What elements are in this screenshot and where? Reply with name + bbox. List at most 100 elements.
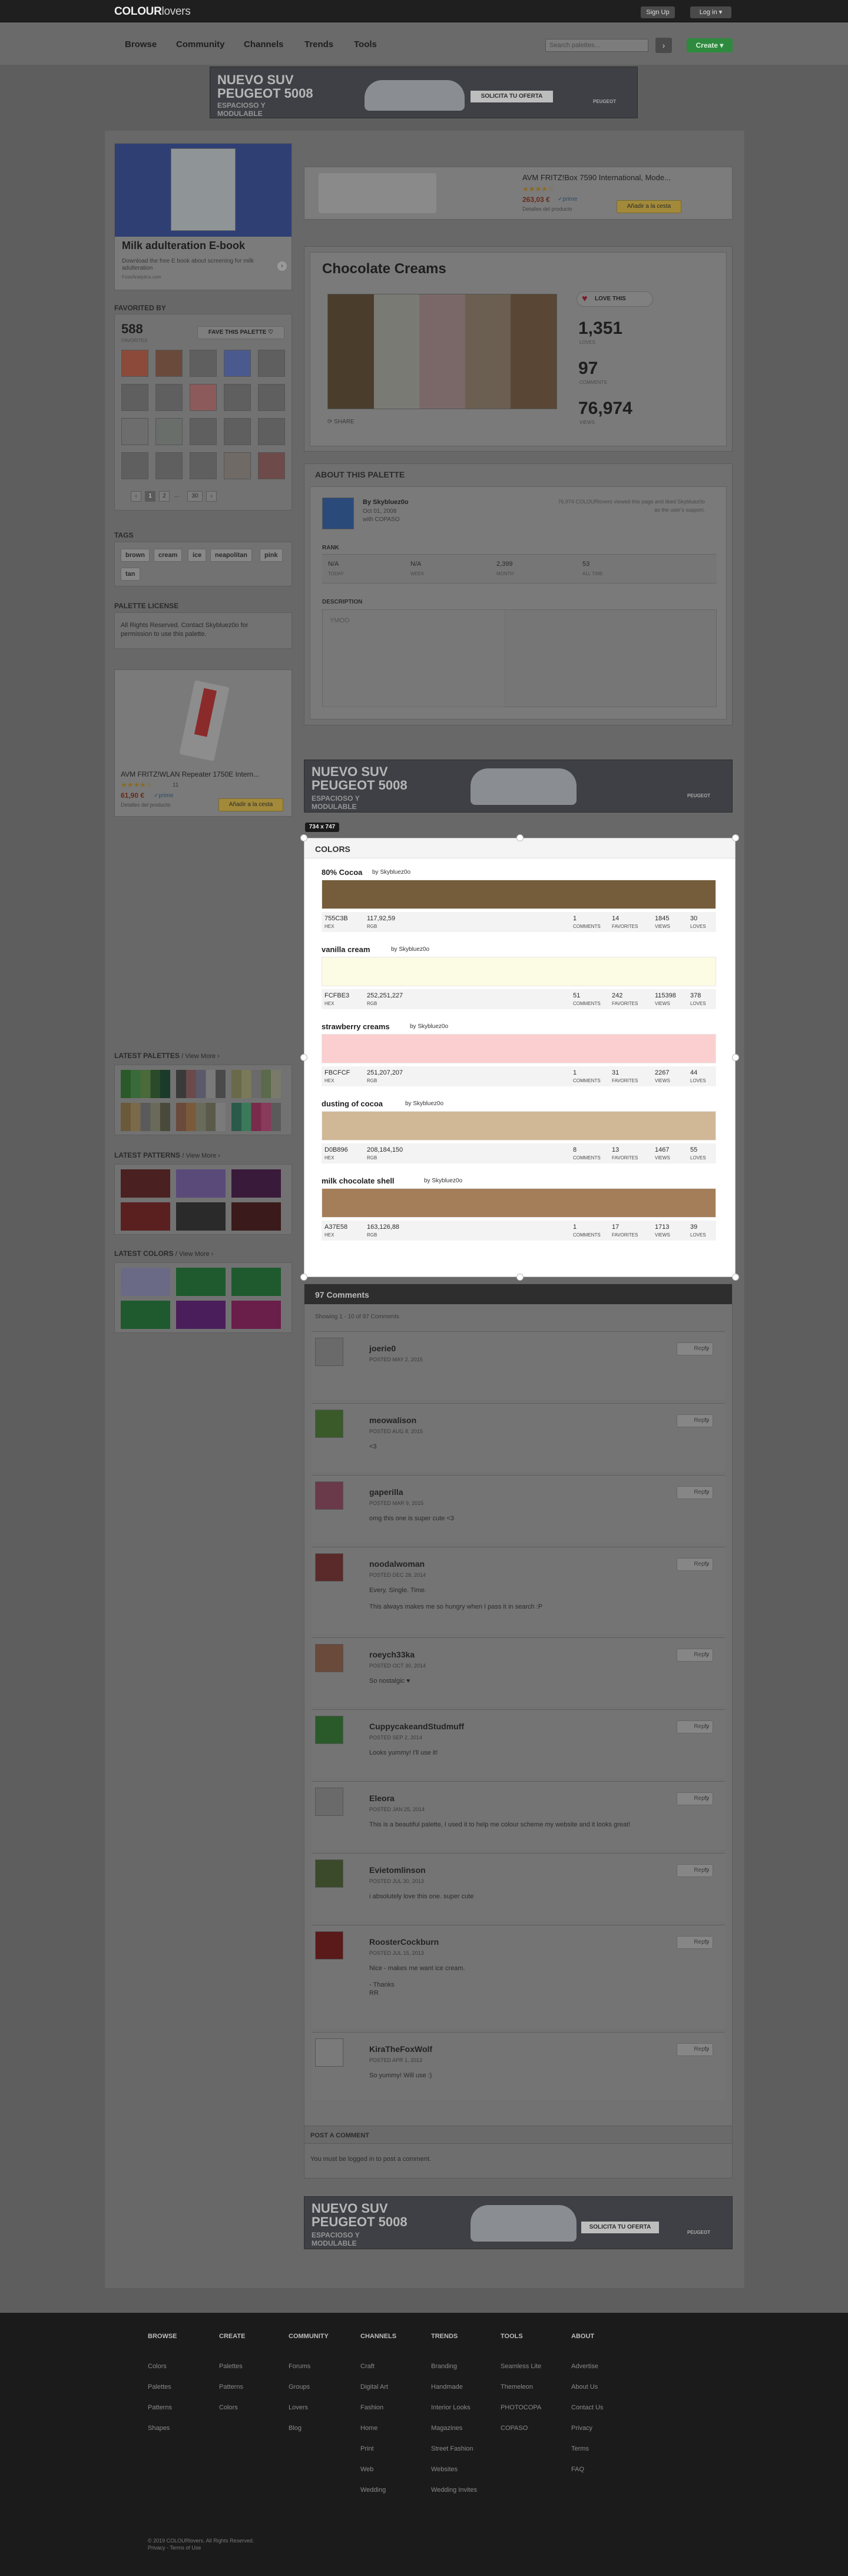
commenter-avatar[interactable] — [315, 1716, 343, 1744]
color-swatch[interactable] — [322, 1188, 716, 1218]
lover-avatar[interactable] — [121, 452, 148, 479]
commenter-name[interactable]: meowalison — [369, 1415, 416, 1425]
footer-link[interactable]: FAQ — [571, 2466, 584, 2473]
resize-handle[interactable] — [732, 1054, 739, 1061]
color-author[interactable]: by Skybluez0o — [405, 1100, 443, 1107]
footer-link[interactable]: Fashion — [360, 2404, 383, 2411]
router-top-title[interactable]: AVM FRITZ!Box 7590 International, Mode..… — [522, 173, 671, 182]
signup-button[interactable]: Sign Up — [641, 6, 675, 18]
color-swatch[interactable] — [322, 1111, 716, 1141]
lover-avatar[interactable] — [155, 452, 183, 479]
tag-ice[interactable]: ice — [188, 549, 207, 562]
footer-link[interactable]: Palettes — [219, 2363, 243, 2370]
commenter-name[interactable]: KiraTheFoxWolf — [369, 2044, 432, 2054]
latest-colors-view-more[interactable]: / View More › — [175, 1251, 214, 1258]
ad-cta-button[interactable]: SOLICITA TU OFERTA — [581, 2222, 659, 2233]
lover-avatar[interactable] — [155, 350, 183, 377]
footer-link[interactable]: Shapes — [148, 2425, 170, 2432]
ebook-ad[interactable]: Milk adulteration E-book Download the fr… — [114, 143, 292, 290]
commenter-avatar[interactable] — [315, 1788, 343, 1816]
commenter-name[interactable]: roeych33ka — [369, 1650, 415, 1659]
swatch-FBCFCF[interactable] — [419, 294, 465, 409]
footer-link[interactable]: Colors — [148, 2363, 167, 2370]
tag-cream[interactable]: cream — [154, 549, 183, 562]
pattern-thumb[interactable] — [176, 1202, 226, 1231]
color-swatch[interactable] — [322, 1034, 716, 1063]
resize-handle[interactable] — [300, 834, 307, 841]
top-car-ad[interactable]: NUEVO SUV PEUGEOT 5008 ESPACIOSO Y MODULAB… — [210, 67, 638, 118]
legal-links[interactable]: Privacy - Terms of Use — [148, 2545, 201, 2551]
resize-handle[interactable] — [516, 834, 524, 841]
chevron-right-icon[interactable]: › — [277, 261, 287, 271]
ebook-title[interactable]: Milk adulteration E-book — [122, 240, 245, 252]
lover-avatar[interactable] — [121, 418, 148, 445]
commenter-name[interactable]: gaperilla — [369, 1487, 403, 1497]
footer-link[interactable]: Branding — [431, 2363, 457, 2370]
footer-link[interactable]: Craft — [360, 2363, 375, 2370]
footer-link[interactable]: COPASO — [501, 2425, 528, 2432]
color-author[interactable]: by Skybluez0o — [410, 1023, 448, 1030]
resize-handle[interactable] — [516, 1274, 524, 1281]
reply-button[interactable]: Reply ⮌ — [677, 2043, 713, 2056]
resize-handle[interactable] — [300, 1054, 307, 1061]
fave-palette-button[interactable]: FAVE THIS PALETTE ♡ — [197, 326, 284, 339]
latest-patterns-view-more[interactable]: / View More › — [182, 1152, 220, 1159]
login-button[interactable]: Log in ▾ — [690, 6, 731, 18]
color-author[interactable]: by Skybluez0o — [391, 946, 429, 953]
nav-tools[interactable]: Tools — [354, 39, 377, 49]
lover-avatar[interactable] — [121, 350, 148, 377]
commenter-name[interactable]: noodalwoman — [369, 1559, 425, 1569]
pattern-thumb[interactable] — [121, 1202, 170, 1231]
palette-thumb[interactable] — [231, 1070, 281, 1098]
footer-link[interactable]: Home — [360, 2425, 377, 2432]
resize-handle[interactable] — [732, 1274, 739, 1281]
footer-link[interactable]: Colors — [219, 2404, 238, 2411]
footer-link[interactable]: Street Fashion — [431, 2445, 473, 2452]
lover-avatar[interactable] — [224, 350, 251, 377]
commenter-avatar[interactable] — [315, 1410, 343, 1438]
router-side-ad[interactable]: AVM FRITZ!WLAN Repeater 1750E Intern... … — [114, 669, 292, 817]
color-row[interactable]: 80% Cocoa by Skybluez0o 755C3B HEX 117,92,59… — [304, 868, 735, 941]
nav-channels[interactable]: Channels — [244, 39, 284, 49]
footer-link[interactable]: Advertise — [571, 2363, 598, 2370]
footer-link[interactable]: Palettes — [148, 2383, 171, 2391]
fav-pager-next[interactable]: › — [206, 491, 217, 502]
footer-link[interactable]: Seamless Lite — [501, 2363, 541, 2370]
footer-link[interactable]: About Us — [571, 2383, 598, 2391]
color-thumb[interactable] — [121, 1301, 170, 1329]
palette-thumb[interactable] — [231, 1103, 281, 1131]
palette-tool[interactable]: with COPASO — [363, 516, 400, 523]
color-row[interactable]: vanilla cream by Skybluez0o FCFBE3 HEX 252,2… — [304, 945, 735, 1019]
lover-avatar[interactable] — [190, 350, 217, 377]
footer-link[interactable]: Magazines — [431, 2425, 462, 2432]
ad-cta-button[interactable]: SOLICITA TU OFERTA — [471, 91, 553, 102]
commenter-name[interactable]: Evietomlinson — [369, 1865, 426, 1875]
footer-link[interactable]: Handmade — [431, 2383, 463, 2391]
fav-pager-last[interactable]: 30 — [187, 491, 203, 502]
create-button[interactable]: Create ▾ — [687, 38, 733, 52]
palette-thumb[interactable] — [176, 1103, 226, 1131]
lover-avatar[interactable] — [258, 418, 285, 445]
router-top-ad[interactable]: AVM FRITZ!Box 7590 International, Mode..… — [304, 167, 733, 220]
author-avatar[interactable] — [322, 498, 354, 529]
reply-button[interactable]: Reply ⮌ — [677, 1720, 713, 1733]
color-row[interactable]: milk chocolate shell by Skybluez0o A37E58 H… — [304, 1176, 735, 1250]
palette-thumb[interactable] — [176, 1070, 226, 1098]
commenter-avatar[interactable] — [315, 1338, 343, 1366]
footer-link[interactable]: Groups — [289, 2383, 310, 2391]
swatch-A37E58[interactable] — [511, 294, 556, 409]
reply-button[interactable]: Reply ⮌ — [677, 1486, 713, 1499]
swatch-D0B896[interactable] — [465, 294, 511, 409]
color-thumb[interactable] — [231, 1268, 281, 1296]
commenter-avatar[interactable] — [315, 1859, 343, 1888]
footer-link[interactable]: PHOTOCOPA — [501, 2404, 541, 2411]
commenter-avatar[interactable] — [315, 1644, 343, 1672]
pattern-thumb[interactable] — [176, 1169, 226, 1198]
footer-link[interactable]: Terms — [571, 2445, 589, 2452]
footer-link[interactable]: Patterns — [148, 2404, 172, 2411]
add-to-cart-button[interactable]: Añadir a la cesta — [617, 200, 681, 213]
footer-link[interactable]: Digital Art — [360, 2383, 388, 2391]
nav-trends[interactable]: Trends — [304, 39, 333, 49]
lover-avatar[interactable] — [224, 384, 251, 411]
tag-pink[interactable]: pink — [260, 549, 283, 562]
